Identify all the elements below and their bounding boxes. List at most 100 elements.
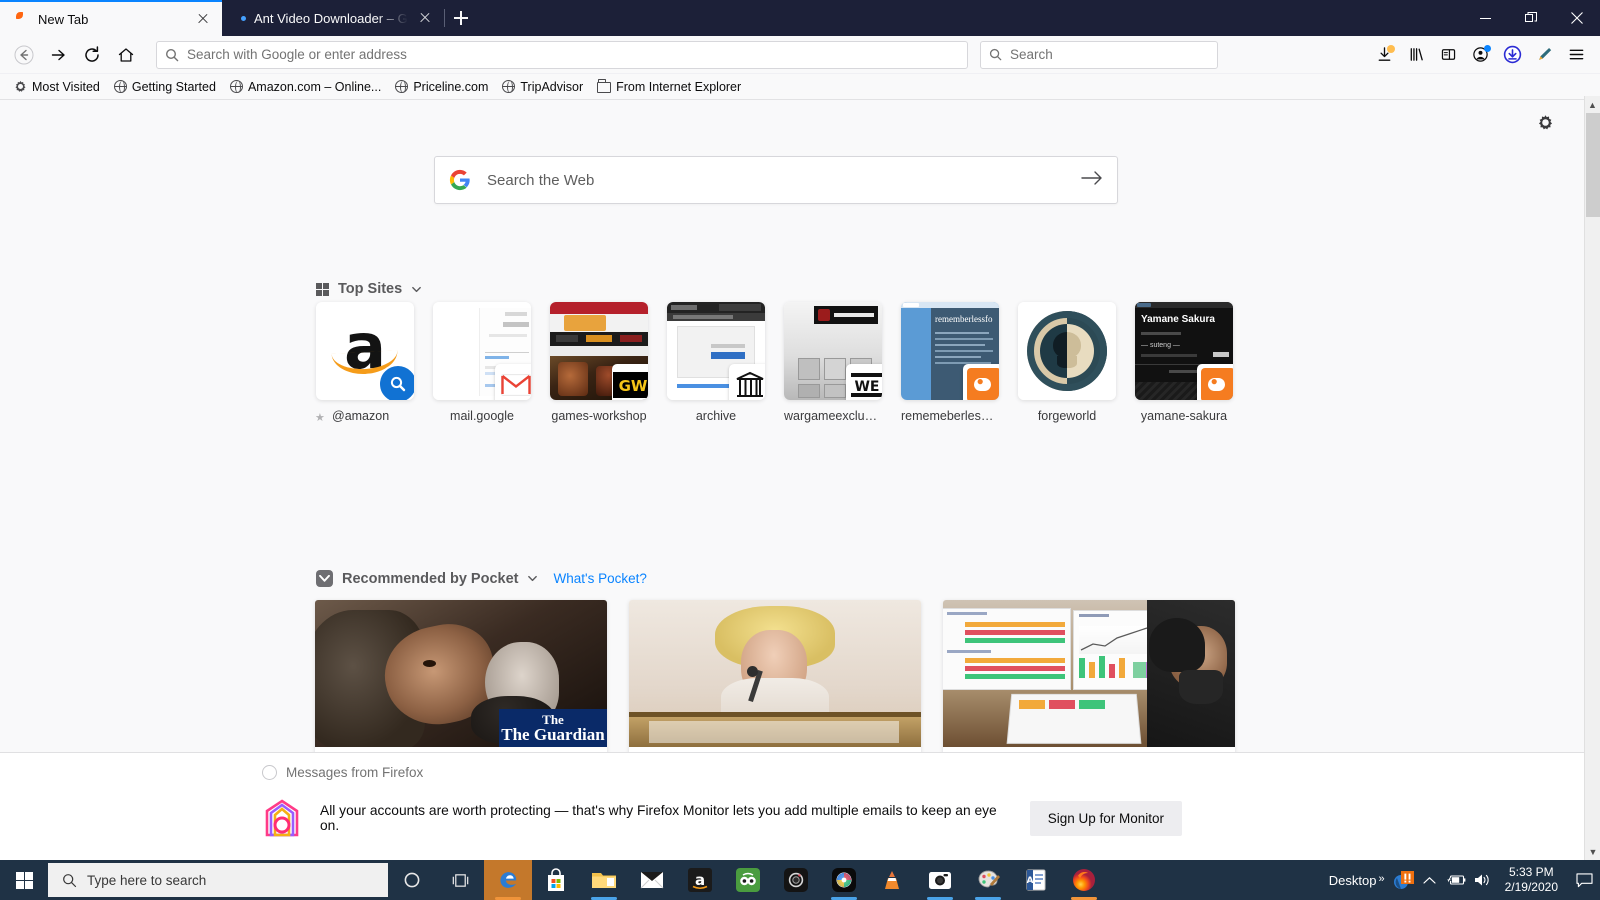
highlighter-extension-icon[interactable] bbox=[1529, 40, 1560, 70]
downloads-icon[interactable] bbox=[1369, 40, 1400, 70]
top-site-mail-google[interactable]: mail.google bbox=[433, 302, 531, 423]
archive-icon bbox=[729, 364, 765, 400]
bookmark-priceline[interactable]: Priceline.com bbox=[389, 78, 494, 96]
top-site-thumbnail[interactable]: Yamane Sakura — suteng — bbox=[1135, 302, 1233, 400]
toolbar-icon-group bbox=[1369, 40, 1592, 70]
messages-from-firefox-label: Messages from Firefox bbox=[262, 765, 423, 780]
scroll-down-arrow-icon[interactable]: ▼ bbox=[1585, 843, 1600, 860]
edge-icon[interactable] bbox=[484, 860, 532, 900]
bookmark-label: TripAdvisor bbox=[520, 79, 584, 94]
top-site-yamane-sakura[interactable]: Yamane Sakura — suteng — yamane-sakura bbox=[1135, 302, 1233, 423]
scrollbar-thumb[interactable] bbox=[1586, 113, 1600, 217]
ant-video-downloader-icon[interactable] bbox=[1497, 40, 1528, 70]
amazon-icon[interactable]: a bbox=[676, 860, 724, 900]
search-bar[interactable]: Search bbox=[980, 40, 1218, 69]
svg-text:WE: WE bbox=[854, 379, 879, 395]
top-site-thumbnail[interactable]: a bbox=[316, 302, 414, 400]
taskbar-search-input[interactable]: Type here to search bbox=[48, 863, 388, 897]
system-tray: Desktop » 5:33 PM 2/19/2020 bbox=[1319, 860, 1600, 900]
sign-up-for-monitor-button[interactable]: Sign Up for Monitor bbox=[1029, 800, 1182, 836]
pocket-header: Recommended by Pocket What's Pocket? bbox=[316, 570, 647, 587]
chevron-double-right-icon: » bbox=[1378, 872, 1385, 885]
page-scrollbar[interactable]: ▲ ▼ bbox=[1584, 96, 1600, 860]
maximize-restore-button[interactable] bbox=[1508, 0, 1554, 36]
windows-logo-icon bbox=[15, 871, 33, 889]
top-site-thumbnail[interactable] bbox=[1018, 302, 1116, 400]
pocket-card[interactable]: The The Guardian theguardian.com Shuteye… bbox=[315, 600, 607, 762]
taskbar-warning-icon[interactable] bbox=[1391, 860, 1417, 900]
new-tab-button[interactable] bbox=[444, 0, 478, 36]
battery-charging-icon[interactable] bbox=[1443, 860, 1469, 900]
minimize-button[interactable] bbox=[1462, 0, 1508, 36]
close-icon[interactable] bbox=[194, 10, 212, 28]
scroll-up-arrow-icon[interactable]: ▲ bbox=[1585, 96, 1600, 113]
browser-tab-new-tab[interactable]: New Tab bbox=[0, 0, 222, 36]
chevron-down-icon[interactable] bbox=[527, 573, 538, 584]
color-wheel-app-icon[interactable] bbox=[820, 860, 868, 900]
pocket-card[interactable]: monday.com Automate and Customize Your P… bbox=[943, 600, 1235, 762]
top-site-amazon[interactable]: a ★ @amazon bbox=[316, 302, 414, 423]
bookmark-folder-from-internet-explorer[interactable]: From Internet Explorer bbox=[591, 78, 747, 96]
search-icon bbox=[63, 873, 77, 887]
menu-icon[interactable] bbox=[1561, 40, 1592, 70]
task-view-icon[interactable] bbox=[436, 860, 484, 900]
bookmark-label: Priceline.com bbox=[413, 79, 489, 94]
gear-icon[interactable] bbox=[1537, 114, 1554, 136]
top-site-rememeberlessfool[interactable]: rememberlessfo rememeberlessf... bbox=[901, 302, 999, 423]
cortana-icon[interactable] bbox=[388, 860, 436, 900]
tripadvisor-icon[interactable] bbox=[724, 860, 772, 900]
top-site-thumbnail[interactable] bbox=[433, 302, 531, 400]
pocket-card[interactable]: nylon.com In Praise of Kirsten Dunst, th… bbox=[629, 600, 921, 762]
top-site-thumbnail[interactable] bbox=[667, 302, 765, 400]
top-site-forgeworld[interactable]: forgeworld bbox=[1018, 302, 1116, 423]
sidebars-icon[interactable] bbox=[1433, 40, 1464, 70]
mail-icon[interactable] bbox=[628, 860, 676, 900]
bookmark-amazon[interactable]: Amazon.com – Online... bbox=[224, 78, 387, 96]
browser-tab-ant-video-downloader[interactable]: Ant Video Downloader – Get thi bbox=[222, 0, 444, 36]
arrow-right-icon[interactable] bbox=[1081, 169, 1103, 192]
notification-icon[interactable] bbox=[1568, 860, 1600, 900]
tray-clock[interactable]: 5:33 PM 2/19/2020 bbox=[1495, 865, 1568, 895]
top-site-thumbnail[interactable]: rememberlessfo bbox=[901, 302, 999, 400]
reload-button[interactable] bbox=[76, 40, 108, 70]
web-search-input[interactable]: Search the Web bbox=[434, 156, 1118, 204]
start-button[interactable] bbox=[0, 860, 48, 900]
top-site-thumbnail[interactable]: WE bbox=[784, 302, 882, 400]
camera-app-icon[interactable] bbox=[772, 860, 820, 900]
snippet-text: All your accounts are worth protecting —… bbox=[320, 803, 997, 833]
word-icon[interactable]: A bbox=[1012, 860, 1060, 900]
paint-icon[interactable] bbox=[964, 860, 1012, 900]
volume-icon[interactable] bbox=[1469, 860, 1495, 900]
web-search-placeholder: Search the Web bbox=[487, 171, 595, 189]
bookmark-getting-started[interactable]: Getting Started bbox=[108, 78, 222, 96]
top-site-wargameexclusive[interactable]: WE wargameexclusi... bbox=[784, 302, 882, 423]
chevron-down-icon[interactable] bbox=[411, 284, 422, 295]
file-explorer-icon[interactable] bbox=[580, 860, 628, 900]
whats-pocket-link[interactable]: What's Pocket? bbox=[553, 571, 646, 586]
microsoft-store-icon[interactable] bbox=[532, 860, 580, 900]
library-icon[interactable] bbox=[1401, 40, 1432, 70]
top-site-label: mail.google bbox=[450, 409, 514, 423]
tray-desktop-label[interactable]: Desktop » bbox=[1319, 873, 1391, 888]
back-button[interactable] bbox=[8, 40, 40, 70]
firefox-icon[interactable] bbox=[1060, 860, 1108, 900]
bookmark-tripadvisor[interactable]: TripAdvisor bbox=[496, 78, 589, 96]
bookmark-most-visited[interactable]: Most Visited bbox=[8, 78, 106, 96]
top-site-label: wargameexclusi... bbox=[784, 409, 882, 423]
close-icon[interactable] bbox=[416, 9, 434, 27]
vlc-icon[interactable] bbox=[868, 860, 916, 900]
top-site-games-workshop[interactable]: GW games-workshop bbox=[550, 302, 648, 423]
pocket-card-image bbox=[943, 600, 1235, 747]
google-g-icon bbox=[449, 169, 470, 191]
top-site-label: yamane-sakura bbox=[1140, 409, 1228, 423]
forward-button[interactable] bbox=[42, 40, 74, 70]
top-site-archive[interactable]: archive bbox=[667, 302, 765, 423]
chevron-up-icon[interactable] bbox=[1417, 860, 1443, 900]
account-icon[interactable] bbox=[1465, 40, 1496, 70]
home-button[interactable] bbox=[110, 40, 142, 70]
address-bar[interactable]: Search with Google or enter address bbox=[156, 40, 968, 69]
photo-app-icon[interactable] bbox=[916, 860, 964, 900]
folder-icon bbox=[597, 79, 612, 93]
top-site-thumbnail[interactable]: GW bbox=[550, 302, 648, 400]
close-button[interactable] bbox=[1554, 0, 1600, 36]
